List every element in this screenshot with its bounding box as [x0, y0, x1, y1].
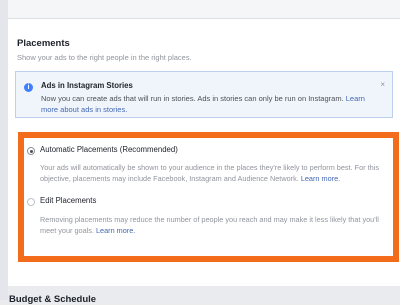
- automatic-placements-radio[interactable]: [27, 147, 35, 155]
- placement-options-highlight: Automatic Placements (Recommended) Your …: [18, 132, 399, 262]
- edit-placements-radio[interactable]: [27, 198, 35, 206]
- placements-subtitle: Show your ads to the right people in the…: [17, 53, 192, 62]
- notice-body: Now you can create ads that will run in …: [41, 94, 344, 103]
- automatic-learn-more-link[interactable]: Learn more.: [301, 174, 340, 183]
- edit-placements-description: Removing placements may reduce the numbe…: [40, 214, 390, 236]
- info-icon: i: [24, 83, 33, 92]
- edit-placements-label[interactable]: Edit Placements: [40, 196, 96, 205]
- instagram-stories-notice: i Ads in Instagram Stories × Now you can…: [15, 71, 393, 118]
- edit-learn-more-link[interactable]: Learn more.: [96, 226, 135, 235]
- close-icon[interactable]: ×: [380, 80, 385, 89]
- notice-title: Ads in Instagram Stories: [41, 81, 133, 90]
- edit-desc-text: Removing placements may reduce the numbe…: [40, 215, 379, 235]
- section-divider: [8, 0, 400, 19]
- page-background: [0, 0, 8, 300]
- automatic-placements-description: Your ads will automatically be shown to …: [40, 162, 390, 184]
- notice-text: Now you can create ads that will run in …: [41, 94, 376, 115]
- placements-panel: Placements Show your ads to the right pe…: [8, 0, 400, 286]
- automatic-placements-label[interactable]: Automatic Placements (Recommended): [40, 145, 178, 154]
- placements-title: Placements: [17, 38, 70, 49]
